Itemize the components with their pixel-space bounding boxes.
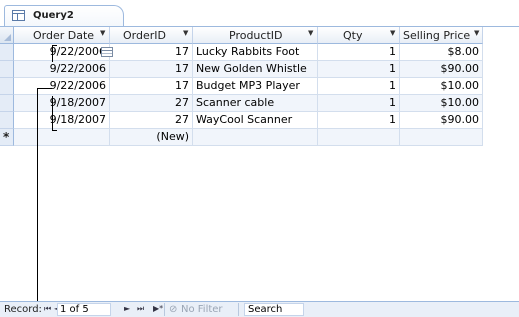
cell-order-id[interactable]: 17 <box>110 78 193 95</box>
row-selector[interactable] <box>0 78 14 95</box>
callout-bracket-tick <box>52 130 57 131</box>
tab-query2[interactable]: Query2 <box>4 5 124 27</box>
callout-bracket-top <box>52 45 53 62</box>
query-table-icon <box>12 10 25 21</box>
row-selector[interactable] <box>0 112 14 129</box>
dropdown-arrow-icon[interactable]: ▼ <box>100 29 105 37</box>
callout-leader-line <box>37 88 38 317</box>
cell-product[interactable]: Scanner cable <box>193 95 318 112</box>
navigator-divider <box>238 303 239 316</box>
cell-qty[interactable] <box>318 129 400 146</box>
cell-qty[interactable]: 1 <box>318 78 400 95</box>
table-row[interactable]: 9/22/2006 17 Lucky Rabbits Foot 1 $8.00 <box>0 44 483 61</box>
dropdown-arrow-icon[interactable]: ▼ <box>308 29 313 37</box>
dropdown-arrow-icon[interactable]: ▼ <box>183 29 188 37</box>
record-navigator: Record: ⏮ ◄ 1 of 5 ► ⏭ ▶* ⊘ No Filter Se… <box>0 301 519 317</box>
cell-order-id[interactable]: (New) <box>110 129 193 146</box>
cell-product[interactable] <box>193 129 318 146</box>
cell-product[interactable]: Lucky Rabbits Foot <box>193 44 318 61</box>
cell-price[interactable]: $90.00 <box>400 61 483 78</box>
callout-connector <box>37 88 52 89</box>
cell-order-id[interactable]: 27 <box>110 95 193 112</box>
cell-order-date[interactable]: 9/18/2007 <box>14 95 110 112</box>
column-header-order-date[interactable]: Order Date ▼ <box>14 27 110 44</box>
column-header-order-id[interactable]: OrderID ▼ <box>110 27 193 44</box>
table-row[interactable]: 9/18/2007 27 WayCool Scanner 1 $90.00 <box>0 112 483 129</box>
column-header-label: OrderID <box>123 29 166 42</box>
cell-qty[interactable]: 1 <box>318 112 400 129</box>
cell-price[interactable] <box>400 129 483 146</box>
cell-order-date[interactable]: 9/22/2006 <box>14 44 110 61</box>
navigator-divider <box>164 303 165 316</box>
cell-qty[interactable]: 1 <box>318 61 400 78</box>
dropdown-arrow-icon[interactable]: ▼ <box>474 29 479 37</box>
cell-order-date[interactable] <box>14 129 110 146</box>
no-filter-button[interactable]: No Filter <box>181 304 223 315</box>
column-header-label: ProductID <box>229 29 283 42</box>
first-record-button[interactable]: ⏮ <box>44 304 51 314</box>
column-header-product-id[interactable]: ProductID ▼ <box>193 27 318 44</box>
new-record-button[interactable]: ▶* <box>153 304 163 313</box>
dropdown-arrow-icon[interactable]: ▼ <box>390 29 395 37</box>
cell-qty[interactable]: 1 <box>318 44 400 61</box>
row-selector[interactable] <box>0 61 14 78</box>
cell-qty[interactable]: 1 <box>318 95 400 112</box>
column-header-qty[interactable]: Qty ▼ <box>318 27 400 44</box>
record-label: Record: <box>4 304 42 315</box>
filter-icon: ⊘ <box>169 304 178 315</box>
cell-price[interactable]: $8.00 <box>400 44 483 61</box>
row-selector[interactable] <box>0 95 14 112</box>
search-input[interactable]: Search <box>244 303 304 316</box>
new-record-marker: * <box>3 130 10 144</box>
table-row[interactable]: 9/22/2006 17 New Golden Whistle 1 $90.00 <box>0 61 483 78</box>
cell-order-date[interactable]: 9/18/2007 <box>14 112 110 129</box>
table-row[interactable]: 9/22/2006 17 Budget MP3 Player 1 $10.00 <box>0 78 483 95</box>
column-header-label: Selling Price <box>403 29 471 42</box>
cell-product[interactable]: WayCool Scanner <box>193 112 318 129</box>
select-all-corner[interactable] <box>0 27 14 44</box>
last-record-button[interactable]: ⏭ <box>137 304 144 314</box>
column-header-selling-price[interactable]: Selling Price ▼ <box>400 27 483 44</box>
row-selector[interactable]: * <box>0 129 14 146</box>
column-header-label: Qty <box>343 29 363 42</box>
cell-price[interactable]: $90.00 <box>400 112 483 129</box>
table-row[interactable]: 9/18/2007 27 Scanner cable 1 $10.00 <box>0 95 483 112</box>
cell-order-id[interactable]: 27 <box>110 112 193 129</box>
new-record-row[interactable]: * (New) <box>0 129 483 146</box>
cell-order-id[interactable]: 17 <box>110 61 193 78</box>
current-record-field[interactable]: 1 of 5 <box>57 303 111 316</box>
cell-product[interactable]: New Golden Whistle <box>193 61 318 78</box>
cell-order-id[interactable]: 17 <box>110 44 193 61</box>
cell-price[interactable]: $10.00 <box>400 95 483 112</box>
next-record-button[interactable]: ► <box>124 304 130 313</box>
row-selector[interactable] <box>0 44 14 61</box>
column-header-label: Order Date <box>33 29 95 42</box>
callout-bracket-bottom <box>52 96 53 130</box>
cell-product[interactable]: Budget MP3 Player <box>193 78 318 95</box>
tab-label: Query2 <box>33 10 74 21</box>
callout-bracket-tick <box>52 45 57 46</box>
cell-order-date[interactable]: 9/22/2006 <box>14 61 110 78</box>
document-tab-strip: Query2 <box>0 0 519 27</box>
cell-price[interactable]: $10.00 <box>400 78 483 95</box>
cell-order-date[interactable]: 9/22/2006 <box>14 78 110 95</box>
